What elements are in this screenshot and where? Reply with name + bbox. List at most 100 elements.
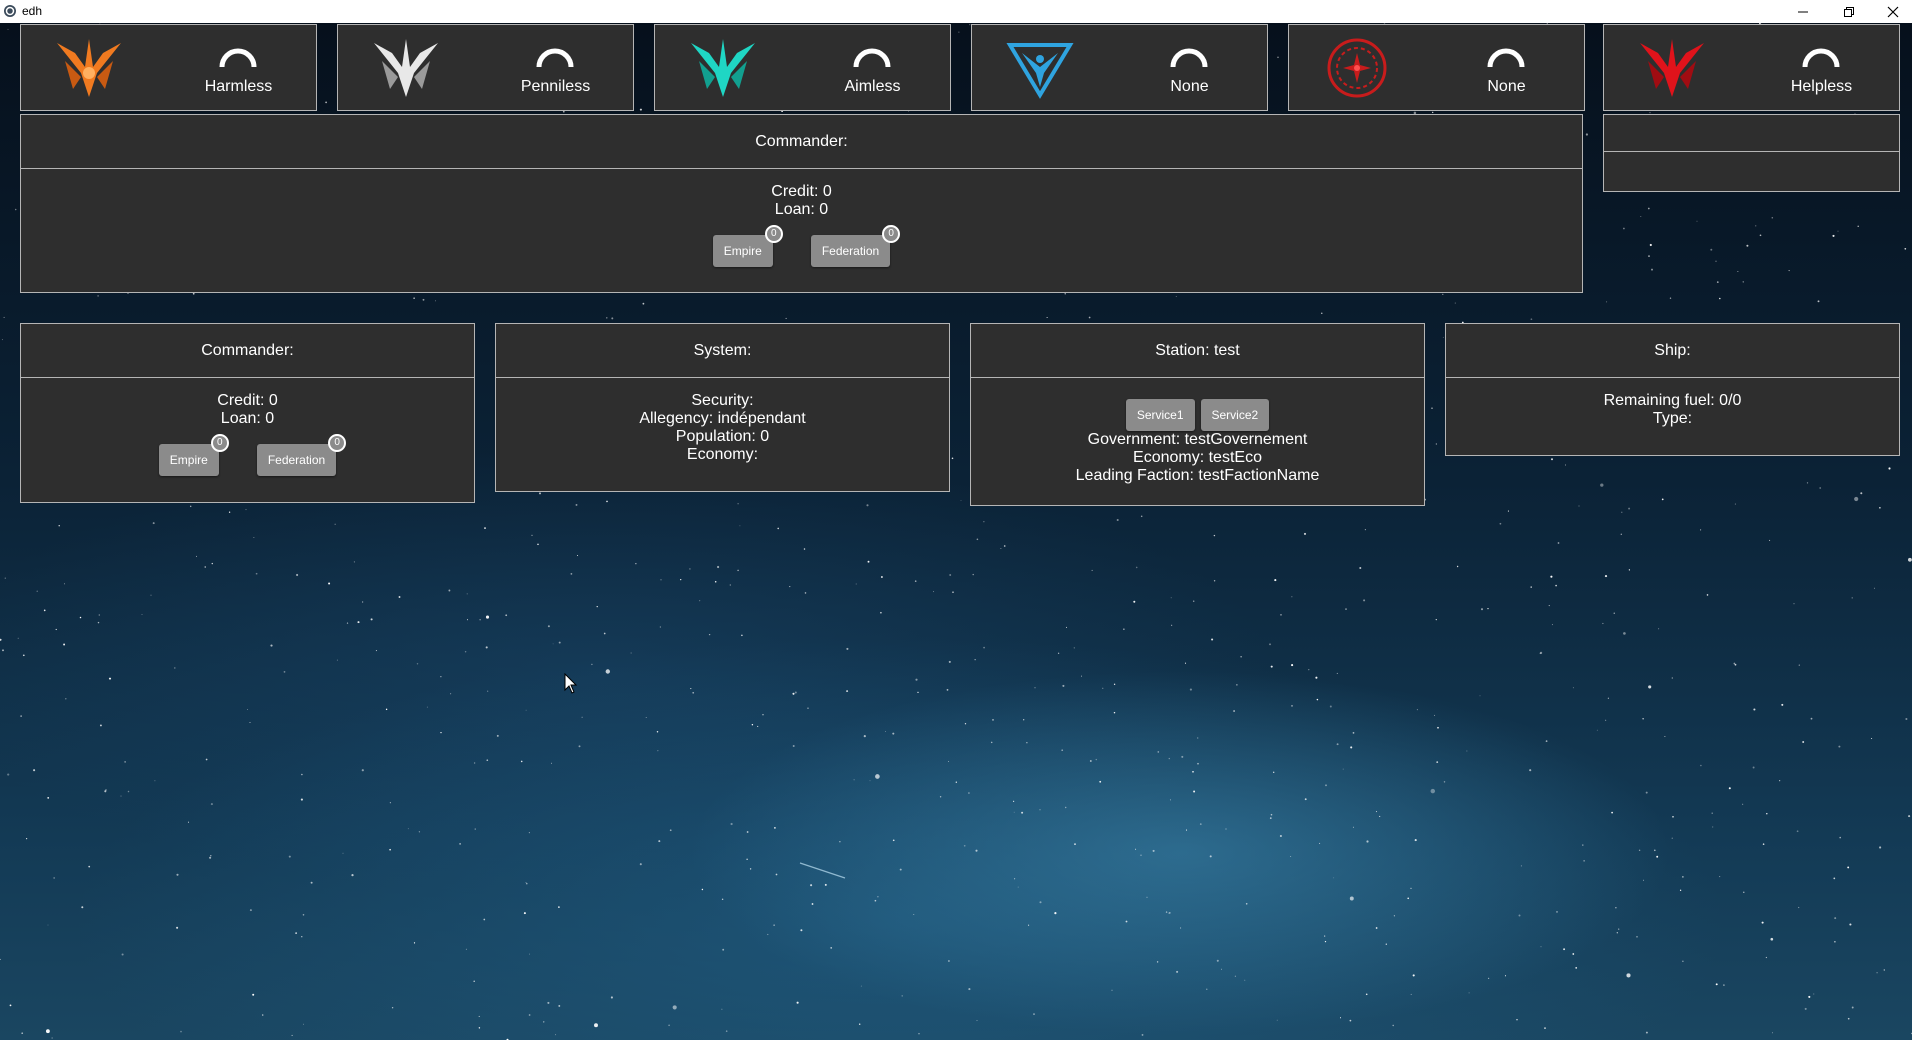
star xyxy=(1520,865,1522,867)
minimize-button[interactable] xyxy=(1780,0,1826,23)
star xyxy=(0,958,1,960)
star xyxy=(1583,860,1585,862)
button-label: Federation xyxy=(267,453,326,467)
empire-button[interactable]: Empire 0 xyxy=(158,434,229,476)
panel-title: Ship: xyxy=(1446,324,1899,378)
star xyxy=(874,899,877,902)
service1-button[interactable]: Service1 xyxy=(1125,399,1195,431)
star xyxy=(578,745,581,748)
star xyxy=(1904,247,1907,250)
cqc-wings-icon xyxy=(1640,39,1704,97)
star xyxy=(1324,940,1327,943)
star xyxy=(55,628,57,631)
star xyxy=(1605,719,1607,721)
star xyxy=(737,569,739,572)
star xyxy=(1715,260,1717,262)
progress-ring-icon xyxy=(853,48,891,68)
star xyxy=(1028,924,1030,926)
panel-title: Commander: xyxy=(21,324,474,378)
service2-button[interactable]: Service2 xyxy=(1200,399,1270,431)
star xyxy=(1539,652,1542,655)
star xyxy=(1088,316,1091,319)
star xyxy=(416,663,419,665)
star xyxy=(810,884,813,887)
star xyxy=(1064,293,1066,295)
star xyxy=(17,637,19,639)
star xyxy=(1456,565,1459,568)
rank-card-combat: Harmless xyxy=(20,24,317,111)
empire-button[interactable]: Empire 0 xyxy=(712,225,783,267)
star xyxy=(385,708,388,711)
star xyxy=(948,660,951,663)
star xyxy=(1700,764,1702,767)
window-title: edh xyxy=(22,4,43,18)
star xyxy=(1499,522,1502,525)
star xyxy=(1359,566,1362,570)
star xyxy=(1216,959,1219,962)
star xyxy=(1806,482,1809,484)
star xyxy=(496,734,499,737)
close-button[interactable] xyxy=(1870,0,1912,23)
star xyxy=(152,522,155,525)
star xyxy=(1352,732,1355,734)
star xyxy=(1291,664,1294,667)
rank-card-cqc: Helpless xyxy=(1603,24,1900,111)
star xyxy=(1039,901,1042,904)
rank-card-trade: Penniless xyxy=(337,24,634,111)
star xyxy=(228,511,231,513)
star xyxy=(577,555,579,556)
star xyxy=(283,671,286,673)
star xyxy=(288,855,291,858)
star xyxy=(361,769,364,772)
star xyxy=(853,779,855,781)
star xyxy=(1769,539,1771,541)
star xyxy=(4,577,6,579)
star xyxy=(570,572,573,575)
star xyxy=(1336,672,1338,674)
star xyxy=(1706,594,1709,596)
federation-button[interactable]: Federation 0 xyxy=(256,434,347,476)
star xyxy=(361,601,364,603)
allegency-text: Allegency: indépendant xyxy=(639,410,806,427)
star xyxy=(1742,803,1744,805)
star xyxy=(1648,255,1650,257)
star xyxy=(1213,534,1216,537)
progress-ring-icon xyxy=(1170,48,1208,68)
star xyxy=(485,615,490,619)
rank-card-federation: None xyxy=(971,24,1268,111)
star xyxy=(1192,770,1194,773)
star xyxy=(722,948,725,951)
loan-text: Loan: 0 xyxy=(220,410,275,427)
star xyxy=(1487,977,1490,980)
star xyxy=(1365,993,1368,996)
economy-text: Economy: xyxy=(686,446,759,463)
star xyxy=(1170,597,1172,599)
star xyxy=(1,339,3,341)
star xyxy=(983,646,985,649)
star xyxy=(1696,220,1698,222)
star xyxy=(863,735,866,738)
star xyxy=(1345,608,1347,610)
star xyxy=(45,1029,50,1034)
star xyxy=(1199,823,1202,825)
side-panel xyxy=(1603,114,1900,192)
star xyxy=(1654,849,1656,852)
button-label: Federation xyxy=(821,244,880,258)
star xyxy=(1026,742,1028,744)
star xyxy=(1234,975,1237,977)
star xyxy=(1518,914,1521,917)
economy-text: Economy: testEco xyxy=(1133,449,1262,466)
panel-divider xyxy=(1604,151,1899,152)
star xyxy=(478,1027,481,1029)
federation-icon xyxy=(1006,43,1074,99)
star xyxy=(209,856,212,859)
star xyxy=(97,621,100,624)
star xyxy=(1308,669,1310,671)
star xyxy=(992,718,994,721)
federation-badge: 0 xyxy=(882,225,901,243)
star xyxy=(939,796,942,798)
star xyxy=(1123,628,1125,630)
federation-button[interactable]: Federation 0 xyxy=(810,225,901,267)
star xyxy=(767,933,769,936)
restore-button[interactable] xyxy=(1826,0,1872,23)
